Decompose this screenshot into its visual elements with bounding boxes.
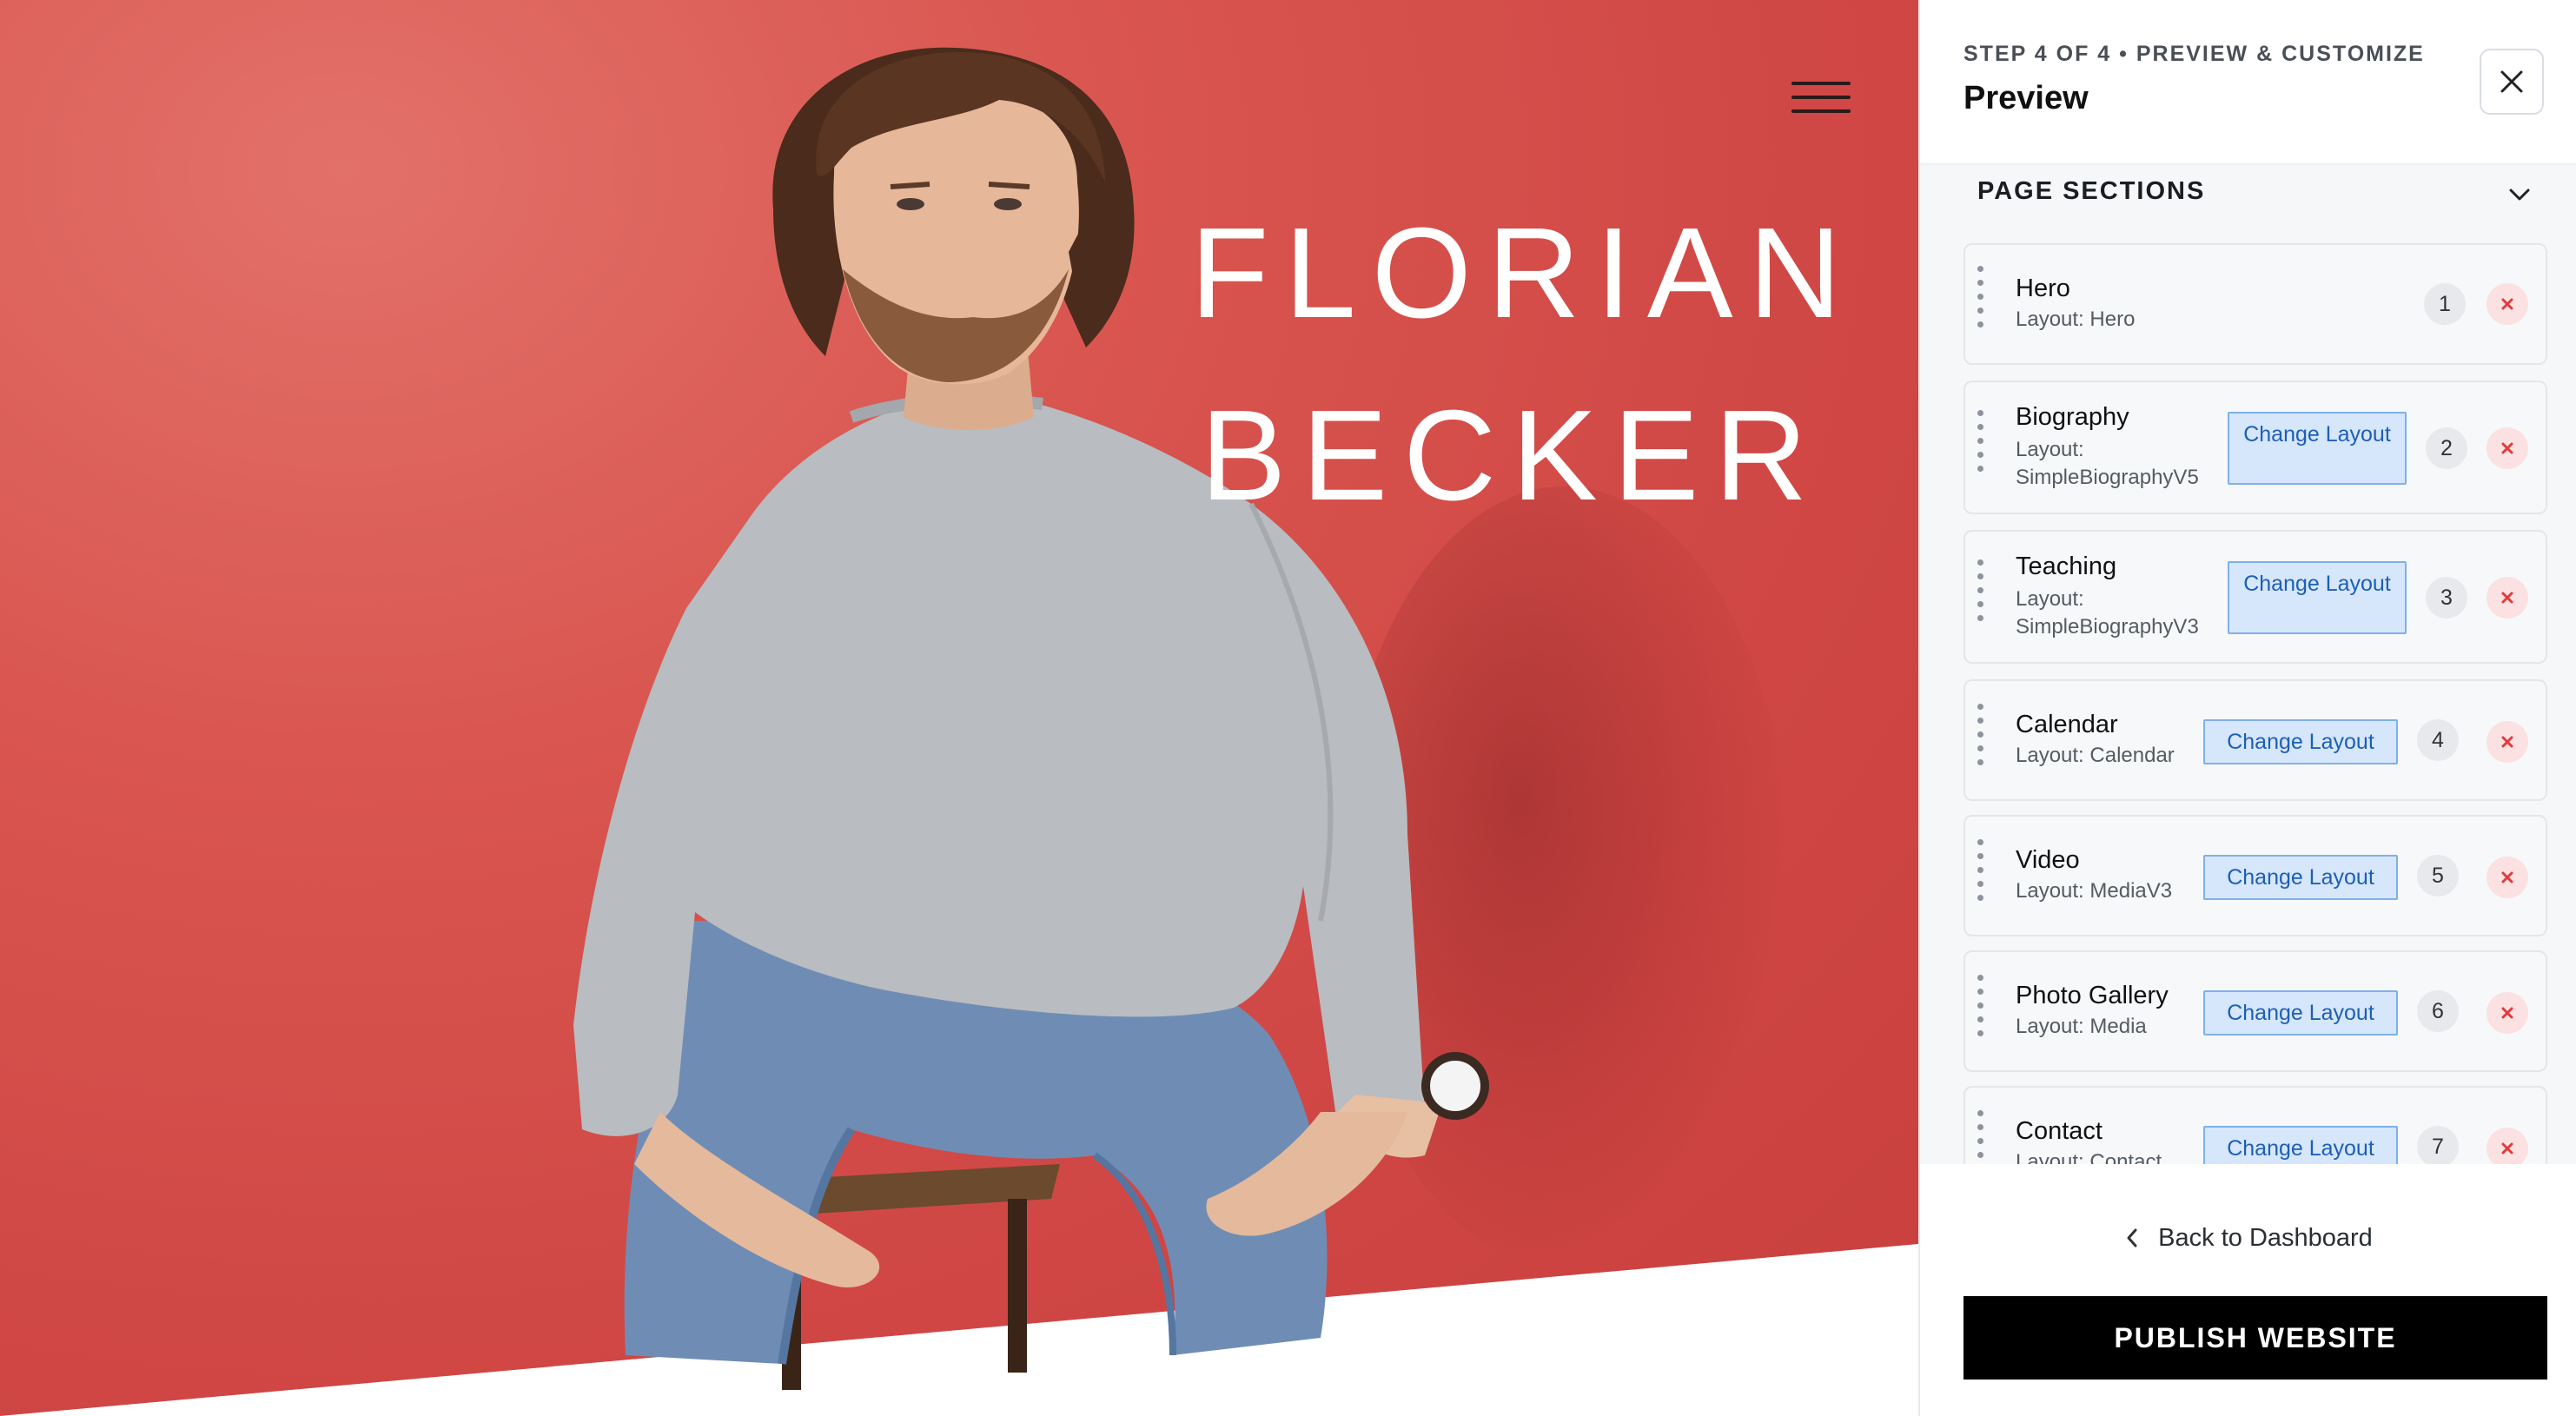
chevron-left-icon <box>2127 1228 2137 1247</box>
remove-section-button[interactable] <box>2487 857 2528 898</box>
section-layout: Layout: Hero <box>2016 308 2136 331</box>
section-order-badge: 7 <box>2417 1126 2459 1164</box>
section-card-calendar[interactable]: Calendar Layout: Calendar Change Layout … <box>1963 679 2547 801</box>
section-layout: Layout: MediaV3 <box>2016 879 2173 903</box>
drag-handle-icon[interactable] <box>1977 704 1984 773</box>
back-to-dashboard-label: Back to Dashboard <box>2158 1223 2373 1252</box>
change-layout-button[interactable]: Change Layout <box>2203 719 2398 764</box>
section-order-badge: 6 <box>2417 990 2459 1032</box>
page-sections-list: Hero Layout: Hero 1 Biography Layout: Sim… <box>1920 243 2576 1164</box>
remove-x-icon <box>2501 298 2513 310</box>
remove-section-button[interactable] <box>2487 283 2528 325</box>
section-card-video[interactable]: Video Layout: MediaV3 Change Layout 5 <box>1963 815 2547 936</box>
section-order-badge: 5 <box>2417 855 2459 897</box>
section-name: Teaching <box>2016 553 2117 580</box>
section-name: Biography <box>2016 403 2129 431</box>
section-card-photo-gallery[interactable]: Photo Gallery Layout: Media Change Layou… <box>1963 950 2547 1072</box>
chevron-down-icon <box>2509 189 2530 201</box>
section-layout: Layout: Media <box>2016 1015 2147 1038</box>
section-name: Video <box>2016 846 2080 874</box>
section-name: Calendar <box>2016 711 2118 738</box>
section-name: Photo Gallery <box>2016 982 2169 1009</box>
back-to-dashboard-link[interactable]: Back to Dashboard <box>1920 1216 2576 1260</box>
customize-panel: STEP 4 OF 4 • PREVIEW & CUSTOMIZE Previe… <box>1918 0 2576 1416</box>
hero-name: FLORIAN BECKER <box>1190 182 1858 547</box>
section-card-teaching[interactable]: Teaching Layout: SimpleBiographyV3 Change… <box>1963 530 2547 664</box>
panel-header: STEP 4 OF 4 • PREVIEW & CUSTOMIZE Previe… <box>1920 0 2576 165</box>
remove-x-icon <box>2501 871 2513 883</box>
drag-handle-icon[interactable] <box>1977 975 1984 1044</box>
remove-x-icon <box>2501 736 2513 748</box>
remove-section-button[interactable] <box>2487 577 2528 619</box>
drag-handle-icon[interactable] <box>1977 266 1984 335</box>
section-name: Contact <box>2016 1117 2103 1145</box>
panel-title: Preview <box>1963 80 2089 116</box>
section-card-hero[interactable]: Hero Layout: Hero 1 <box>1963 243 2547 365</box>
section-order-badge: 1 <box>2424 283 2466 325</box>
remove-section-button[interactable] <box>2487 992 2528 1034</box>
section-order-badge: 3 <box>2426 577 2467 619</box>
drag-handle-icon[interactable] <box>1977 559 1984 629</box>
remove-x-icon <box>2501 442 2513 454</box>
section-layout: Layout: SimpleBiographyV5 <box>2016 438 2199 489</box>
remove-x-icon <box>2501 1007 2513 1019</box>
section-card-biography[interactable]: Biography Layout: SimpleBiographyV5 Chang… <box>1963 380 2547 514</box>
page-sections-header[interactable]: PAGE SECTIONS <box>1920 165 2576 243</box>
website-preview: FLORIAN BECKER <box>0 0 1918 1416</box>
change-layout-button[interactable]: Change Layout <box>2203 1126 2398 1164</box>
remove-x-icon <box>2501 1142 2513 1155</box>
close-button[interactable] <box>2480 49 2544 115</box>
section-order-badge: 4 <box>2417 719 2459 761</box>
hero-last-name: BECKER <box>1200 384 1824 527</box>
change-layout-button[interactable]: Change Layout <box>2203 855 2398 900</box>
section-layout: Layout: SimpleBiographyV3 <box>2016 587 2199 639</box>
remove-section-button[interactable] <box>2487 1128 2528 1164</box>
section-name: Hero <box>2016 275 2070 302</box>
section-layout: Layout: Calendar <box>2016 744 2175 767</box>
remove-section-button[interactable] <box>2487 721 2528 763</box>
panel-footer: Back to Dashboard PUBLISH WEBSITE <box>1920 1164 2576 1416</box>
sections-collapse-toggle[interactable] <box>2502 177 2537 212</box>
change-layout-button[interactable]: Change Layout <box>2228 412 2407 485</box>
section-order-badge: 2 <box>2426 427 2467 469</box>
remove-x-icon <box>2501 592 2513 604</box>
remove-section-button[interactable] <box>2487 427 2528 469</box>
drag-handle-icon[interactable] <box>1977 410 1984 480</box>
section-card-contact[interactable]: Contact Layout: Contact Change Layout 7 <box>1963 1086 2547 1164</box>
close-icon <box>2500 70 2523 93</box>
drag-handle-icon[interactable] <box>1977 1110 1984 1164</box>
drag-handle-icon[interactable] <box>1977 839 1984 909</box>
change-layout-button[interactable]: Change Layout <box>2203 990 2398 1036</box>
section-layout: Layout: Contact <box>2016 1150 2162 1164</box>
hamburger-menu-icon[interactable] <box>1791 78 1851 116</box>
hero-first-name: FLORIAN <box>1190 202 1858 345</box>
change-layout-button[interactable]: Change Layout <box>2228 561 2407 634</box>
page-sections-title: PAGE SECTIONS <box>1977 177 2206 205</box>
publish-website-button[interactable]: PUBLISH WEBSITE <box>1963 1296 2547 1380</box>
step-indicator: STEP 4 OF 4 • PREVIEW & CUSTOMIZE <box>1963 42 2425 66</box>
